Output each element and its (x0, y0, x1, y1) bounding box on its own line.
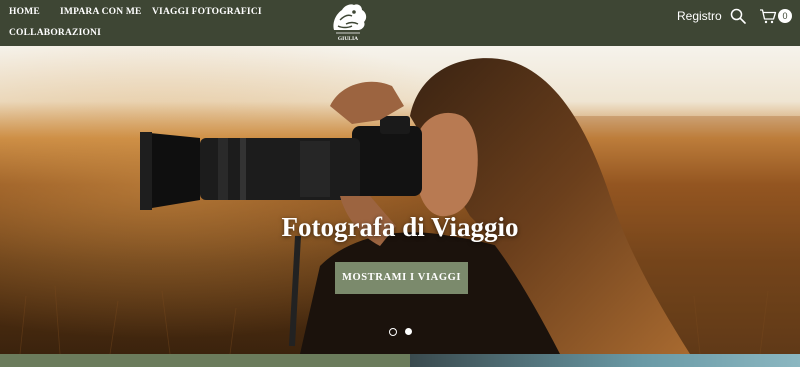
nav-impara-con-me[interactable]: IMPARA CON ME (60, 7, 142, 17)
nav-home[interactable]: HOME (9, 7, 40, 17)
slider-dot-1[interactable] (389, 328, 397, 336)
logo-text: GIULIA (338, 36, 358, 42)
cart-icon[interactable] (759, 8, 777, 24)
nav-collaborazioni[interactable]: COLLABORAZIONI (9, 28, 101, 38)
register-link[interactable]: Registro (677, 9, 722, 23)
slider-dot-2-active[interactable] (405, 328, 412, 335)
nav-viaggi-fotografici[interactable]: VIAGGI FOTOGRAFICI (152, 7, 262, 17)
next-section-right-image (410, 354, 800, 367)
next-section-left-image (0, 354, 410, 367)
hero-slider: Fotografa di Viaggio MOSTRAMI I VIAGGI (0, 46, 800, 354)
cart-count-badge: 0 (778, 9, 792, 23)
hero-title: Fotografa di Viaggio (281, 212, 519, 242)
site-header: HOME IMPARA CON ME VIAGGI FOTOGRAFICI CO… (0, 0, 800, 46)
site-logo[interactable]: GIULIA (324, 0, 372, 46)
hero-photo (0, 46, 800, 354)
show-trips-button[interactable]: MOSTRAMI I VIAGGI (335, 262, 468, 294)
search-icon[interactable] (730, 8, 746, 24)
